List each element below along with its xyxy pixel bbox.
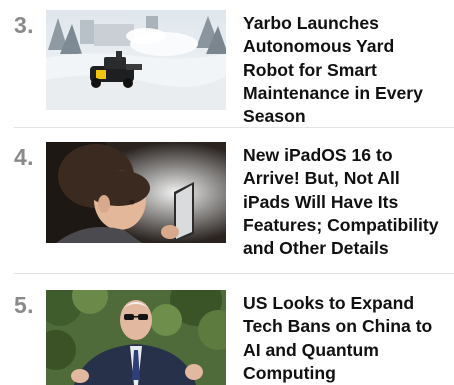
snow-robot-photo-icon xyxy=(46,10,226,110)
article-rank: 3. xyxy=(14,12,34,38)
speaker-outdoors-photo-icon xyxy=(46,290,226,385)
article-thumbnail[interactable] xyxy=(46,290,226,385)
article-thumbnail[interactable] xyxy=(46,10,226,110)
divider xyxy=(14,273,454,274)
article-headline[interactable]: US Looks to Expand Tech Bans on China to… xyxy=(243,292,449,385)
article-rank: 5. xyxy=(14,292,34,318)
article-rank: 4. xyxy=(14,144,34,170)
article-list: 3. Yarbo Launches Autonomous Yard Robot … xyxy=(0,0,454,385)
child-ipad-photo-icon xyxy=(46,142,226,243)
divider xyxy=(14,127,454,128)
article-headline[interactable]: Yarbo Launches Autonomous Yard Robot for… xyxy=(243,12,449,128)
article-thumbnail[interactable] xyxy=(46,142,226,243)
article-headline[interactable]: New iPadOS 16 to Arrive! But, Not All iP… xyxy=(243,144,449,260)
